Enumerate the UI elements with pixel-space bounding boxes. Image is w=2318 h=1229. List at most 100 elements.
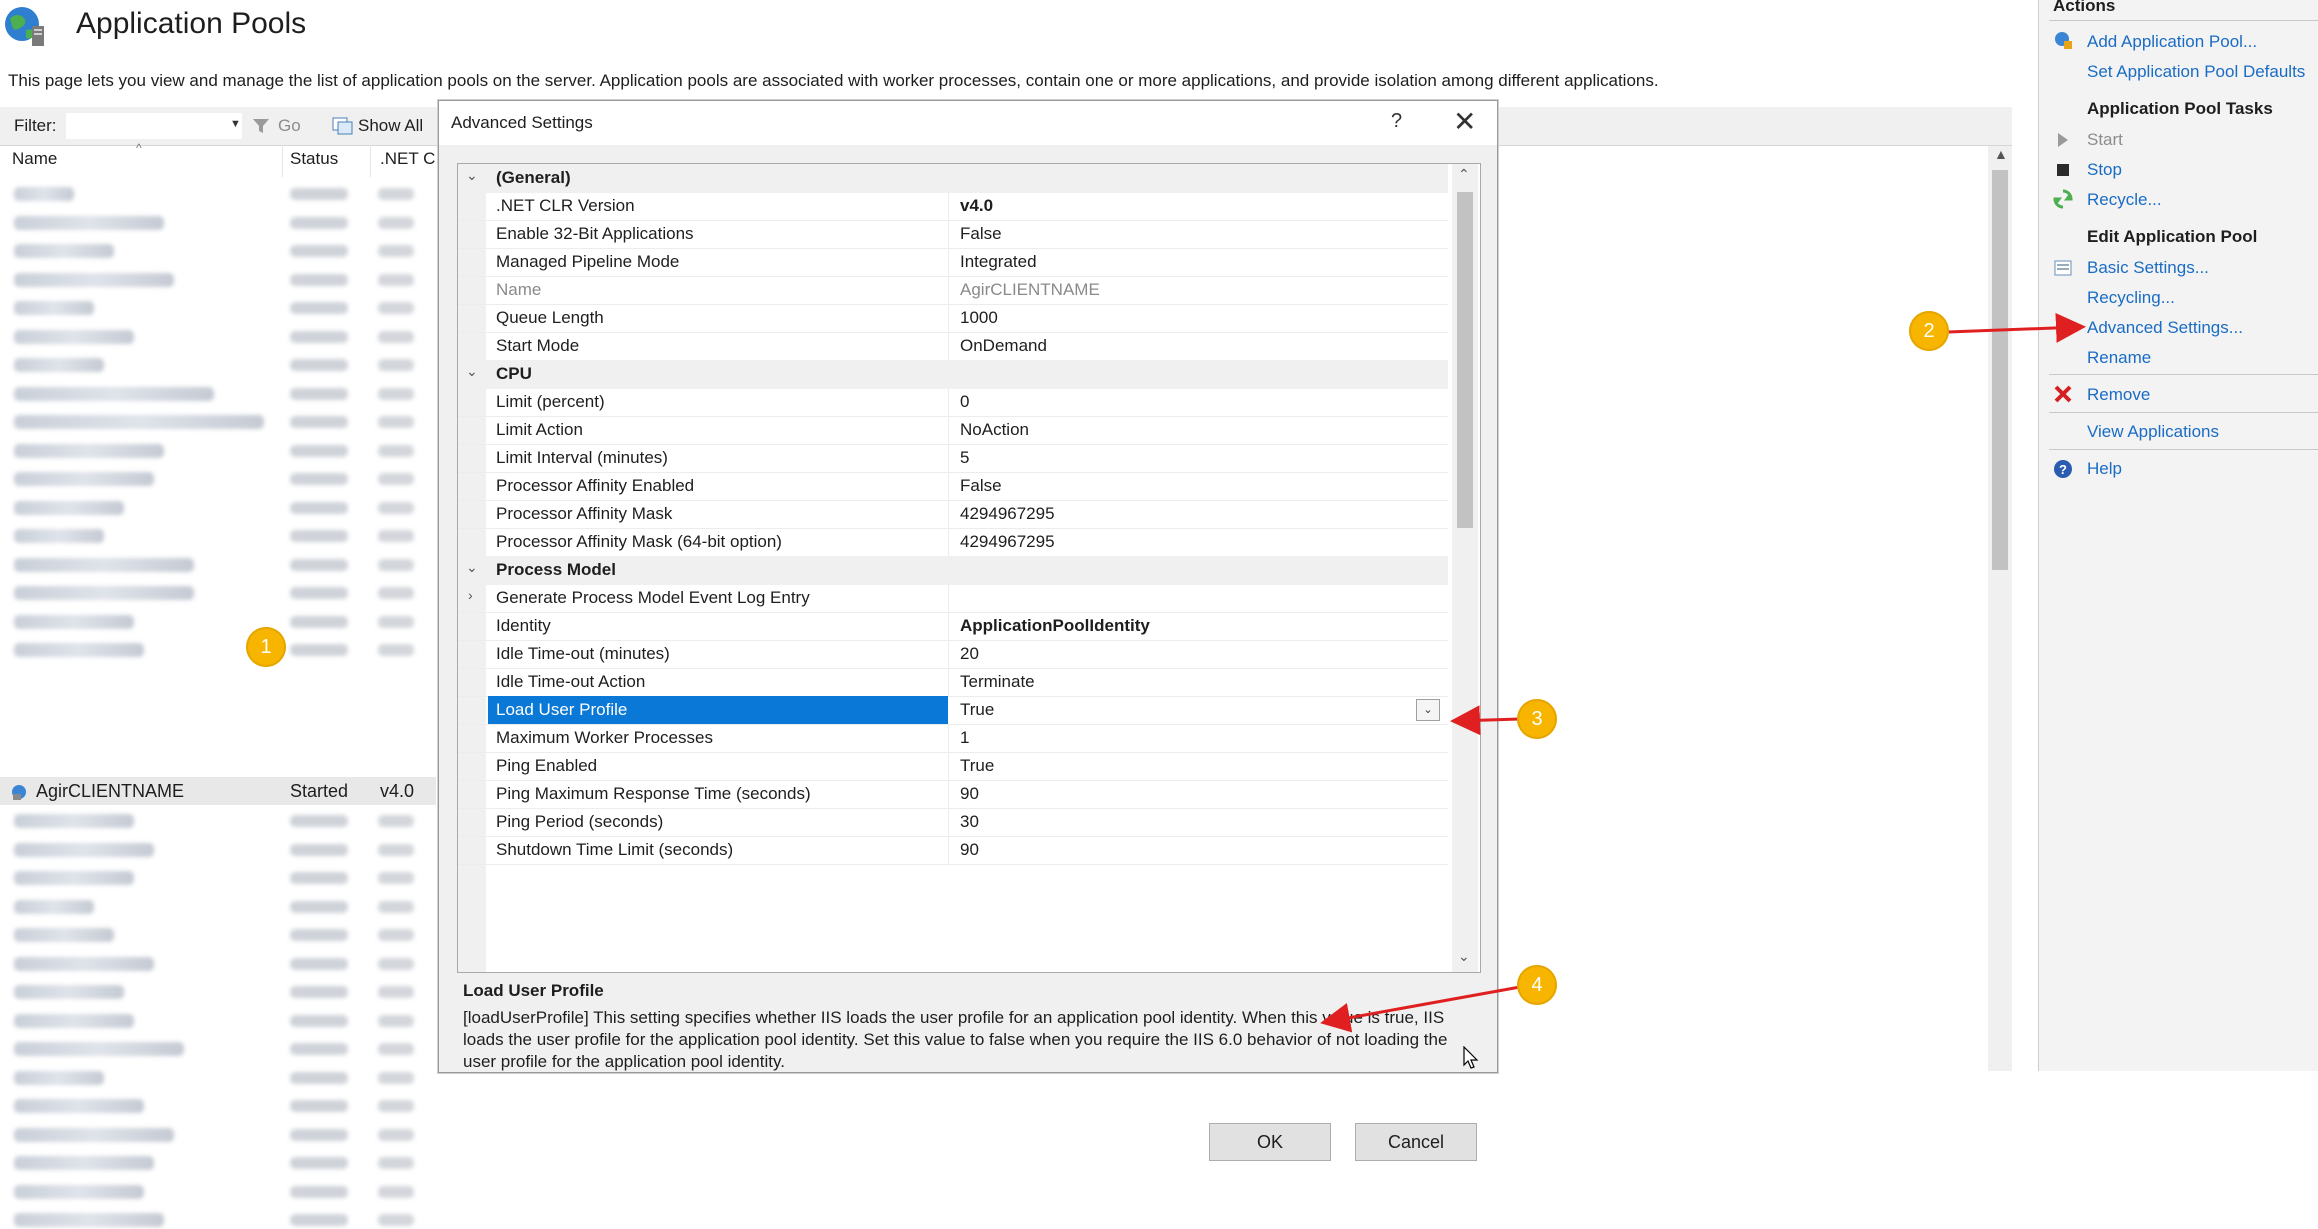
blurred-pool-row[interactable] (6, 240, 436, 260)
value-dropdown-button[interactable]: ⌄ (1416, 699, 1440, 721)
property-row[interactable]: Managed Pipeline Mode Integrated (458, 248, 1448, 277)
basic-settings-link[interactable]: Basic Settings... (2087, 258, 2209, 278)
chevron-right-icon[interactable]: › (468, 587, 473, 603)
grid-scrollbar[interactable]: ⌃ ⌄ (1452, 164, 1478, 972)
main-scrollbar[interactable]: ▲ (1988, 146, 2012, 1071)
advanced-settings-link[interactable]: Advanced Settings... (2087, 318, 2243, 338)
recycle-action[interactable]: Recycle... (2087, 190, 2162, 210)
blurred-pool-row[interactable] (6, 468, 436, 488)
selected-pool-row[interactable]: AgirCLIENTNAME Started v4.0 (0, 777, 436, 805)
property-row[interactable]: Start Mode OnDemand (458, 332, 1448, 361)
rename-link[interactable]: Rename (2087, 348, 2151, 368)
chevron-down-icon[interactable]: ⌄ (466, 363, 478, 380)
blurred-pool-row[interactable] (6, 611, 436, 631)
chevron-down-icon[interactable]: ⌄ (466, 559, 478, 576)
property-row[interactable]: Processor Affinity Enabled False (458, 472, 1448, 501)
property-row[interactable]: Limit (percent) 0 (458, 388, 1448, 417)
property-row[interactable]: Queue Length 1000 (458, 304, 1448, 333)
show-all-button[interactable]: Show All (358, 116, 423, 136)
ok-button[interactable]: OK (1209, 1123, 1331, 1161)
scroll-down-icon[interactable]: ⌄ (1458, 948, 1470, 965)
blurred-pool-row[interactable] (6, 326, 436, 346)
blurred-pool-row[interactable] (6, 383, 436, 403)
column-header-net[interactable]: .NET C (380, 149, 435, 169)
property-row[interactable]: Idle Time-out Action Terminate (458, 668, 1448, 697)
property-row[interactable]: Ping Period (seconds) 30 (458, 808, 1448, 837)
blurred-pool-row[interactable] (6, 297, 436, 317)
set-pool-defaults-link[interactable]: Set Application Pool Defaults (2087, 62, 2305, 82)
blurred-pool-row[interactable] (6, 554, 436, 574)
blurred-pool-row[interactable] (6, 212, 436, 232)
blurred-pool-row[interactable] (6, 1181, 436, 1201)
blurred-pool-row[interactable] (6, 183, 436, 203)
blurred-pool-row[interactable] (6, 1152, 436, 1172)
property-name: Processor Affinity Mask (64-bit option) (496, 532, 782, 551)
blurred-pool-row[interactable] (6, 981, 436, 1001)
property-row[interactable]: Maximum Worker Processes 1 (458, 724, 1448, 753)
blurred-pool-row[interactable] (6, 1095, 436, 1115)
blurred-pool-row[interactable] (6, 497, 436, 517)
scroll-thumb[interactable] (1992, 170, 2008, 570)
redacted-name (14, 529, 104, 543)
blurred-pool-row[interactable] (6, 582, 436, 602)
blurred-pool-row[interactable] (6, 839, 436, 859)
dialog-help-button[interactable]: ? (1391, 110, 1402, 133)
start-action[interactable]: Start (2087, 130, 2123, 150)
help-link[interactable]: Help (2087, 459, 2122, 479)
blurred-pool-row[interactable] (6, 953, 436, 973)
blurred-pool-row[interactable] (6, 924, 436, 944)
property-row[interactable]: Enable 32-Bit Applications False (458, 220, 1448, 249)
column-header-status[interactable]: Status (290, 149, 338, 169)
scroll-thumb[interactable] (1457, 192, 1473, 528)
dialog-close-button[interactable]: ✕ (1453, 105, 1476, 138)
blurred-pool-row[interactable] (6, 525, 436, 545)
blurred-pool-row[interactable] (6, 896, 436, 916)
blurred-pool-row[interactable] (6, 269, 436, 289)
scroll-up-icon[interactable]: ▲ (1994, 146, 2008, 162)
property-row[interactable]: .NET CLR Version v4.0 (458, 192, 1448, 221)
property-row[interactable]: Shutdown Time Limit (seconds) 90 (458, 836, 1448, 865)
blurred-pool-row[interactable] (6, 867, 436, 887)
filter-input[interactable] (66, 113, 242, 139)
scroll-up-icon[interactable]: ⌃ (1458, 166, 1470, 183)
blurred-pool-row[interactable] (6, 411, 436, 431)
go-button[interactable]: Go (278, 116, 301, 136)
blurred-pool-row[interactable] (6, 1124, 436, 1144)
category-cpu[interactable]: ⌄ CPU (458, 360, 1448, 389)
property-row[interactable]: Limit Interval (minutes) 5 (458, 444, 1448, 473)
redacted-name (14, 1184, 144, 1199)
property-row-selected[interactable]: Load User Profile True ⌄ (458, 696, 1448, 725)
category-general[interactable]: ⌄ (General) (458, 164, 1448, 193)
chevron-down-icon[interactable]: ⌄ (466, 167, 478, 184)
blurred-pool-row[interactable] (6, 1209, 436, 1229)
remove-link[interactable]: Remove (2087, 385, 2150, 405)
blurred-pool-row[interactable] (6, 1038, 436, 1058)
property-row[interactable]: Processor Affinity Mask (64-bit option) … (458, 528, 1448, 557)
redacted-name (14, 329, 134, 344)
property-row[interactable]: Limit Action NoAction (458, 416, 1448, 445)
add-application-pool-link[interactable]: Add Application Pool... (2087, 32, 2257, 52)
property-value: v4.0 (960, 196, 994, 215)
stop-action[interactable]: Stop (2087, 160, 2122, 180)
blurred-pool-row[interactable] (6, 354, 436, 374)
property-row[interactable]: Idle Time-out (minutes) 20 (458, 640, 1448, 669)
property-row[interactable]: Name AgirCLIENTNAME (458, 276, 1448, 305)
blurred-pool-row[interactable] (6, 810, 436, 830)
property-row[interactable]: Ping Enabled True (458, 752, 1448, 781)
blurred-pool-row[interactable] (6, 639, 436, 659)
category-process-model[interactable]: ⌄ Process Model (458, 556, 1448, 585)
property-row[interactable]: Processor Affinity Mask 4294967295 (458, 500, 1448, 529)
property-row[interactable]: Identity ApplicationPoolIdentity (458, 612, 1448, 641)
view-applications-link[interactable]: View Applications (2087, 422, 2219, 442)
property-value: 30 (960, 812, 979, 831)
filter-dropdown-icon[interactable]: ▼ (230, 118, 241, 130)
property-row[interactable]: Ping Maximum Response Time (seconds) 90 (458, 780, 1448, 809)
blurred-pool-row[interactable] (6, 1010, 436, 1030)
add-pool-icon (2055, 32, 2072, 49)
column-header-name[interactable]: Name (12, 149, 57, 169)
blurred-pool-row[interactable] (6, 1067, 436, 1087)
cancel-button[interactable]: Cancel (1355, 1123, 1477, 1161)
blurred-pool-row[interactable] (6, 440, 436, 460)
recycling-link[interactable]: Recycling... (2087, 288, 2175, 308)
property-row[interactable]: › Generate Process Model Event Log Entry (458, 584, 1448, 613)
